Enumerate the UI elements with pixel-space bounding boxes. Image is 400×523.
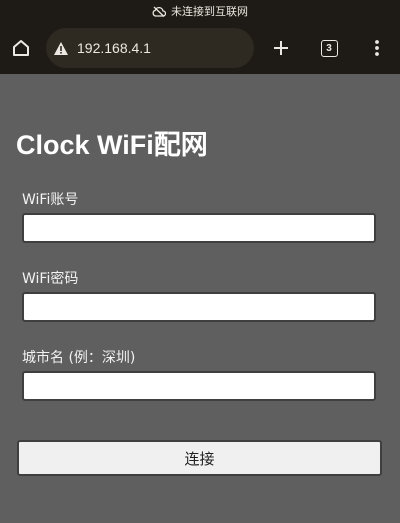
wifi-ssid-input[interactable] [22, 213, 376, 243]
browser-menu-button[interactable] [364, 35, 390, 61]
page-content: Clock WiFi配网 WiFi账号 WiFi密码 城市名 (例：深圳) 连接 [0, 74, 400, 523]
wifi-password-input[interactable] [22, 292, 376, 322]
network-status-text: 未连接到互联网 [171, 5, 248, 18]
home-icon [13, 40, 29, 56]
home-button[interactable] [8, 35, 34, 61]
cloud-off-icon [152, 6, 166, 17]
new-tab-button[interactable] [268, 35, 294, 61]
tab-count: 3 [320, 39, 338, 57]
wifi-ssid-label: WiFi账号 [22, 192, 79, 208]
more-vert-icon [375, 40, 379, 56]
connect-button[interactable]: 连接 [17, 440, 382, 476]
city-input[interactable] [22, 371, 376, 401]
city-label: 城市名 (例：深圳) [22, 350, 136, 366]
tab-switcher-button[interactable]: 3 [316, 35, 342, 61]
url-text[interactable]: 192.168.4.1 [77, 40, 151, 56]
warning-icon[interactable] [53, 40, 69, 56]
browser-toolbar: 192.168.4.1 3 [0, 22, 400, 74]
status-bar: 未连接到互联网 [0, 0, 400, 22]
plus-icon [274, 41, 288, 55]
address-bar[interactable]: 192.168.4.1 [46, 28, 254, 68]
wifi-password-label: WiFi密码 [22, 271, 79, 287]
page-title: Clock WiFi配网 [16, 130, 208, 160]
